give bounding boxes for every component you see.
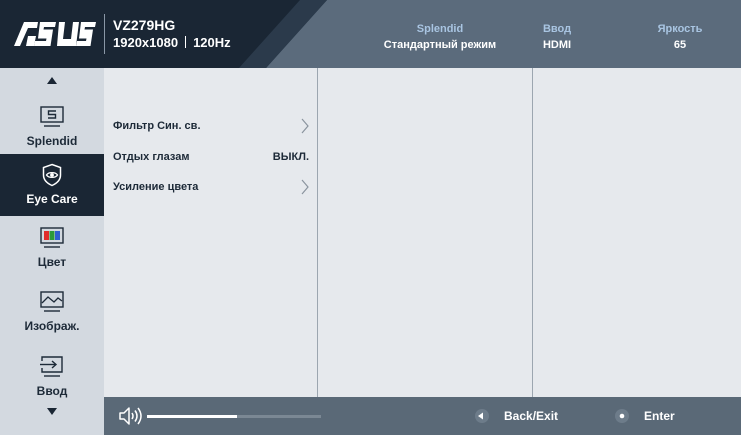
menu-item-label: Усиление цвета xyxy=(113,181,199,193)
status-splendid-label: Splendid xyxy=(416,23,464,35)
status-input-value: HDMI xyxy=(542,39,572,51)
status-splendid: Splendid Стандартный режим xyxy=(360,22,520,52)
chevron-right-icon xyxy=(301,179,309,195)
sidebar-item-label: Изображ. xyxy=(24,319,80,333)
osd-header: VZ279HG 1920x1080 120Hz Splendid Стандарт… xyxy=(0,0,741,68)
eye-care-icon xyxy=(42,163,62,187)
triangle-up-icon xyxy=(47,76,57,84)
sidebar-item-eye-care[interactable]: Eye Care xyxy=(0,154,104,216)
menu-item-rest-reminder[interactable]: Отдых глазам ВЫКЛ. xyxy=(113,147,309,167)
volume-slider[interactable] xyxy=(147,415,321,418)
info-separator xyxy=(185,36,187,48)
sidebar-item-color[interactable]: Цвет xyxy=(0,217,104,279)
menu-item-blue-light-filter[interactable]: Фильтр Син. св. xyxy=(113,116,309,136)
menu-item-label: Отдых глазам xyxy=(113,151,190,163)
panel-divider xyxy=(532,68,533,397)
sidebar-item-label: Splendid xyxy=(26,134,78,148)
status-splendid-value: Стандартный режим xyxy=(383,39,497,51)
sidebar-item-label: Ввод xyxy=(36,384,68,398)
sidebar: Splendid Eye Care Цвет Изображ. Ввод xyxy=(0,68,104,435)
image-icon xyxy=(40,291,64,312)
status-input: Ввод HDMI xyxy=(527,22,587,52)
speaker-icon xyxy=(119,407,142,425)
logo-divider xyxy=(104,14,105,54)
scroll-down-button[interactable] xyxy=(0,401,104,421)
menu-item-label: Фильтр Син. св. xyxy=(113,120,201,132)
sidebar-item-splendid[interactable]: Splendid xyxy=(0,96,104,158)
sidebar-item-input[interactable]: Ввод xyxy=(0,346,104,408)
sidebar-item-label: Eye Care xyxy=(26,192,78,206)
scroll-up-button[interactable] xyxy=(0,70,104,90)
joystick-left-icon xyxy=(475,409,489,423)
triangle-down-icon xyxy=(47,407,57,415)
status-brightness-value: 65 xyxy=(673,39,687,51)
monitor-osd: VZ279HG 1920x1080 120Hz Splendid Стандарт… xyxy=(0,0,741,435)
panel-divider xyxy=(317,68,318,397)
resolution: 1920x1080 xyxy=(113,35,179,50)
color-icon xyxy=(40,227,64,248)
splendid-icon xyxy=(40,106,64,127)
model-name: VZ279HG xyxy=(113,17,176,33)
menu-item-color-augmentation[interactable]: Усиление цвета xyxy=(113,177,309,197)
sidebar-item-image[interactable]: Изображ. xyxy=(0,281,104,343)
back-exit-hint[interactable]: Back/Exit xyxy=(474,408,558,424)
menu-item-value: ВЫКЛ. xyxy=(272,151,309,163)
status-brightness: Яркость 65 xyxy=(640,22,720,52)
input-icon xyxy=(40,356,63,377)
back-exit-label: Back/Exit xyxy=(504,409,559,423)
osd-footer: Back/Exit Enter xyxy=(104,397,741,435)
joystick-press-icon xyxy=(615,409,629,423)
asus-logo xyxy=(14,22,96,46)
status-input-label: Ввод xyxy=(542,23,572,35)
enter-label: Enter xyxy=(644,409,675,423)
enter-hint[interactable]: Enter xyxy=(614,408,675,424)
status-brightness-label: Яркость xyxy=(657,23,703,35)
volume-level xyxy=(147,415,238,418)
chevron-right-icon xyxy=(301,118,309,134)
resolution-info: 1920x1080 120Hz xyxy=(113,35,231,51)
refresh-rate: 120Hz xyxy=(193,35,231,50)
menu-panels: Фильтр Син. св. Отдых глазам ВЫКЛ. Усиле… xyxy=(104,68,741,397)
sidebar-item-label: Цвет xyxy=(37,255,67,269)
